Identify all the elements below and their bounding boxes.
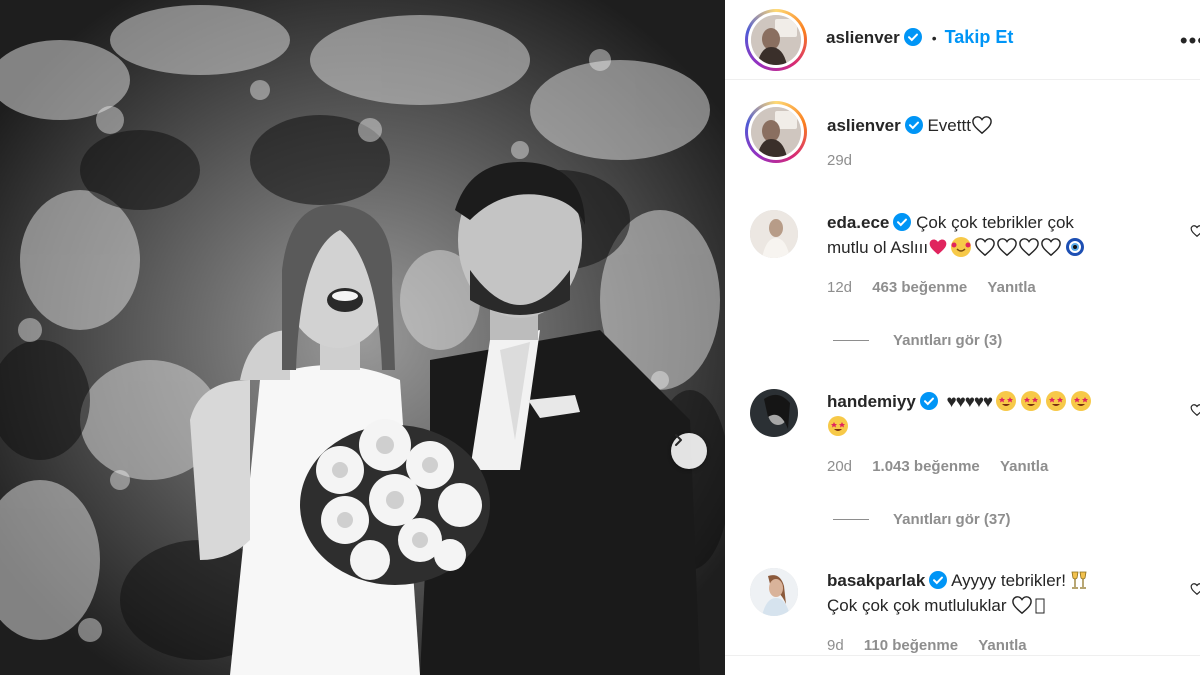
commenter-avatar[interactable]: [750, 389, 798, 437]
caption-meta: 29d: [827, 152, 868, 169]
comment-meta: 9d 110 beğenme Yanıtla: [827, 637, 1043, 654]
comment-text-line2: mutlu ol Aslııı: [827, 238, 929, 257]
post-photo[interactable]: [0, 0, 725, 675]
star-eyes-emoji-icon: [828, 416, 848, 436]
post-header: aslienver • Takip Et •••: [725, 0, 1200, 80]
avatar-image: [751, 107, 801, 157]
follow-button[interactable]: Takip Et: [945, 27, 1014, 47]
verified-badge-icon: [929, 571, 948, 589]
caption-body: aslienver Evettt: [827, 113, 1172, 138]
comment-likes[interactable]: 463 beğenme: [872, 279, 967, 296]
smiling-face-hearts-emoji-icon: [951, 237, 972, 257]
like-comment-heart-icon[interactable]: [1190, 582, 1200, 596]
header-meta: aslienver • Takip Et: [826, 27, 1013, 48]
smile-icon: [951, 242, 971, 252]
actions-divider: [725, 655, 1200, 656]
heart-outline-icon: [972, 116, 992, 135]
star-eyes-emoji-icon: [1021, 391, 1042, 411]
heart-outline-icon: [1019, 238, 1039, 257]
heart-outline-icon: [997, 238, 1017, 257]
nazar-eye-icon: [1066, 238, 1085, 256]
caption-text: Evettt: [927, 116, 971, 135]
comment-username[interactable]: eda.ece: [827, 213, 889, 232]
avatar-image: [750, 210, 798, 258]
heart-outline-icon: [1011, 596, 1032, 615]
author-username[interactable]: aslienver: [826, 28, 900, 47]
avatar-image: [751, 15, 801, 65]
separator-dot: •: [931, 30, 937, 46]
verified-badge-icon: [903, 28, 922, 46]
view-replies-label: Yanıtları gör (3): [893, 332, 1003, 349]
reply-button[interactable]: Yanıtla: [1000, 458, 1048, 475]
comment-body: eda.ece Çok çok tebrikler çok mutlu ol A…: [827, 210, 1172, 260]
comment-body: handemiyy ♥♥♥♥♥: [827, 389, 1172, 439]
post-sidebar: aslienver•Takip Et ••• aslienver Evettt …: [725, 0, 1200, 675]
verified-badge-icon: [919, 392, 938, 410]
red-heart-icon: [929, 239, 947, 255]
like-comment-heart-icon[interactable]: [1190, 403, 1200, 417]
replies-divider: [833, 519, 869, 520]
comment-time[interactable]: 20d: [827, 458, 852, 475]
view-replies-button[interactable]: Yanıtları gör (3): [833, 332, 1002, 349]
comment-time[interactable]: 9d: [827, 637, 844, 654]
reply-button[interactable]: Yanıtla: [987, 279, 1035, 296]
star-eyes-emoji-icon: [1046, 391, 1067, 411]
comment-username[interactable]: basakparlak: [827, 571, 925, 590]
comment-text-line2: Çok çok çok mutluluklar: [827, 596, 1007, 615]
star-eyes-emoji-icon: [996, 391, 1017, 411]
avatar-image: [750, 568, 798, 616]
red-heart-emoji-icon: [928, 237, 948, 257]
commenter-avatar[interactable]: [750, 210, 798, 258]
next-photo-button[interactable]: [671, 433, 707, 469]
comment-username[interactable]: handemiyy: [827, 392, 916, 411]
chevron-right-icon: [675, 434, 682, 446]
heart-outline-icon: [1041, 238, 1061, 257]
comment-time[interactable]: 12d: [827, 279, 852, 296]
caption-username[interactable]: aslienver: [827, 116, 901, 135]
heart-outline-icon: [975, 238, 995, 257]
wedding-photo-illustration: [0, 0, 725, 675]
author-avatar[interactable]: [745, 9, 807, 71]
comment-text: Ayyyy tebrikler!: [951, 571, 1067, 590]
comment-meta: 12d 463 beğenme Yanıtla: [827, 279, 1052, 296]
replies-divider: [833, 340, 869, 341]
view-replies-label: Yanıtları gör (37): [893, 511, 1011, 528]
star-eyes-emoji-icon: [1071, 391, 1092, 411]
like-comment-heart-icon[interactable]: [1190, 224, 1200, 238]
missing-glyph-icon: [1035, 598, 1045, 614]
comment-likes[interactable]: 110 beğenme: [864, 637, 958, 654]
verified-badge-icon: [893, 213, 912, 231]
avatar-image: [750, 389, 798, 437]
commenter-avatar[interactable]: [750, 568, 798, 616]
verified-badge-icon: [904, 116, 923, 134]
comment-text: ♥♥♥♥♥: [946, 392, 993, 411]
champagne-glasses-emoji-icon: [1071, 571, 1087, 589]
comment-meta: 20d 1.043 beğenme Yanıtla: [827, 458, 1064, 475]
caption-time[interactable]: 29d: [827, 152, 852, 169]
view-replies-button[interactable]: Yanıtları gör (37): [833, 511, 1011, 528]
comment-text: Çok çok tebrikler çok: [916, 213, 1074, 232]
comment-body: basakparlak Ayyyy tebrikler! Çok çok çok…: [827, 568, 1172, 618]
comment-likes[interactable]: 1.043 beğenme: [872, 458, 980, 475]
reply-button[interactable]: Yanıtla: [978, 637, 1026, 654]
more-options-icon[interactable]: •••: [1180, 28, 1200, 54]
caption-avatar[interactable]: [745, 101, 807, 163]
